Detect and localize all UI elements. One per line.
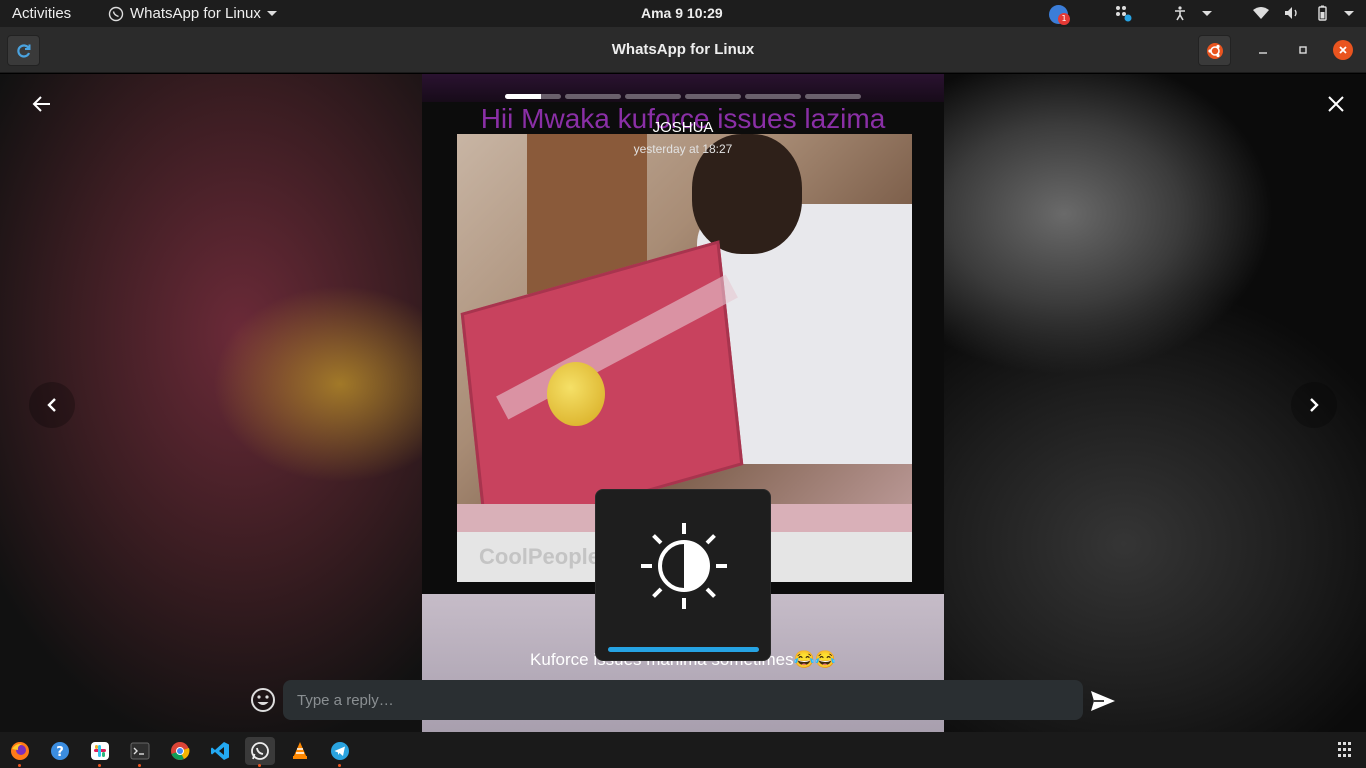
progress-segment (685, 94, 741, 99)
show-applications-icon[interactable] (1338, 742, 1354, 758)
brightness-osd (595, 489, 771, 661)
minimize-icon (1259, 52, 1267, 54)
notification-icon[interactable]: 1 (1049, 5, 1070, 25)
maximize-button[interactable] (1293, 40, 1313, 60)
telegram-icon (331, 742, 349, 760)
progress-segment (745, 94, 801, 99)
battery-icon[interactable] (1314, 5, 1330, 21)
window-title: WhatsApp for Linux (611, 41, 755, 58)
dock-chrome[interactable] (165, 737, 195, 765)
accessibility-icon[interactable] (1172, 5, 1188, 21)
whatsapp-icon (251, 742, 269, 760)
running-indicator (258, 764, 261, 767)
running-indicator (338, 764, 341, 767)
wifi-icon[interactable] (1252, 6, 1270, 20)
previous-status-button[interactable] (29, 382, 75, 428)
dock-terminal[interactable] (125, 737, 155, 767)
activities-button[interactable]: Activities (12, 5, 71, 22)
dock-vlc[interactable] (285, 737, 315, 765)
dock-whatsapp[interactable] (245, 737, 275, 767)
slack-icon (91, 742, 109, 760)
back-button[interactable] (22, 84, 62, 124)
chrome-icon (171, 742, 190, 760)
dock-telegram[interactable] (325, 737, 355, 767)
progress-segment (805, 94, 861, 99)
dock-slack[interactable] (85, 737, 115, 767)
clock[interactable]: Ama 9 10:29 (641, 5, 723, 21)
minimize-button[interactable] (1253, 40, 1273, 60)
status-timestamp: yesterday at 18:27 (633, 142, 733, 156)
whatsapp-icon (108, 6, 124, 21)
progress-segment-fill (505, 94, 542, 99)
brightness-level-fill (608, 647, 759, 652)
app-menu[interactable]: WhatsApp for Linux (108, 5, 277, 22)
status-author[interactable]: JOSHUA (422, 119, 944, 136)
maximize-icon (1299, 46, 1307, 54)
status-progress-bar (505, 94, 861, 99)
progress-segment (505, 94, 561, 99)
window-titlebar: WhatsApp for Linux (0, 27, 1366, 73)
reply-input[interactable] (283, 680, 1083, 720)
slack-tray-icon[interactable] (1114, 4, 1132, 22)
dock-help[interactable]: ? (45, 737, 75, 765)
progress-segment (565, 94, 621, 99)
photo-apple (547, 362, 605, 426)
chevron-down-icon[interactable] (1344, 10, 1354, 16)
brightness-level-bar (608, 647, 759, 652)
running-indicator (98, 764, 101, 767)
emoji-icon (251, 688, 275, 712)
vlc-icon (293, 742, 307, 759)
system-tray (1114, 4, 1354, 22)
gnome-top-bar: Activities WhatsApp for Linux Ama 9 10:2… (0, 0, 1366, 27)
arrow-left-icon (32, 96, 50, 112)
help-icon: ? (51, 742, 69, 760)
app-menu-label: WhatsApp for Linux (130, 5, 261, 22)
volume-icon[interactable] (1284, 6, 1300, 20)
firefox-icon (11, 742, 29, 760)
running-indicator (18, 764, 21, 767)
running-indicator (138, 764, 141, 767)
chevron-down-icon[interactable] (1202, 10, 1212, 16)
dock-firefox[interactable] (5, 737, 35, 767)
send-button[interactable] (1088, 686, 1118, 716)
svg-text:?: ? (56, 745, 64, 760)
close-icon (1339, 46, 1347, 54)
emoji-button[interactable] (249, 686, 277, 714)
send-icon (1091, 691, 1115, 711)
next-status-button[interactable] (1291, 382, 1337, 428)
ubuntu-button[interactable] (1198, 35, 1231, 66)
ubuntu-icon (1206, 42, 1223, 59)
brightness-icon (641, 523, 727, 609)
close-status-button[interactable] (1316, 84, 1356, 124)
chevron-right-icon (1310, 398, 1319, 412)
close-icon (1328, 96, 1344, 112)
notification-badge: 1 (1058, 13, 1070, 25)
dock-vscode[interactable] (205, 737, 235, 765)
taskbar-dock: ? (0, 732, 1366, 768)
progress-segment (625, 94, 681, 99)
close-window-button[interactable] (1333, 40, 1353, 60)
chevron-left-icon (47, 398, 56, 412)
chevron-down-icon (266, 11, 277, 16)
vscode-icon (211, 742, 229, 760)
terminal-icon (130, 742, 150, 760)
